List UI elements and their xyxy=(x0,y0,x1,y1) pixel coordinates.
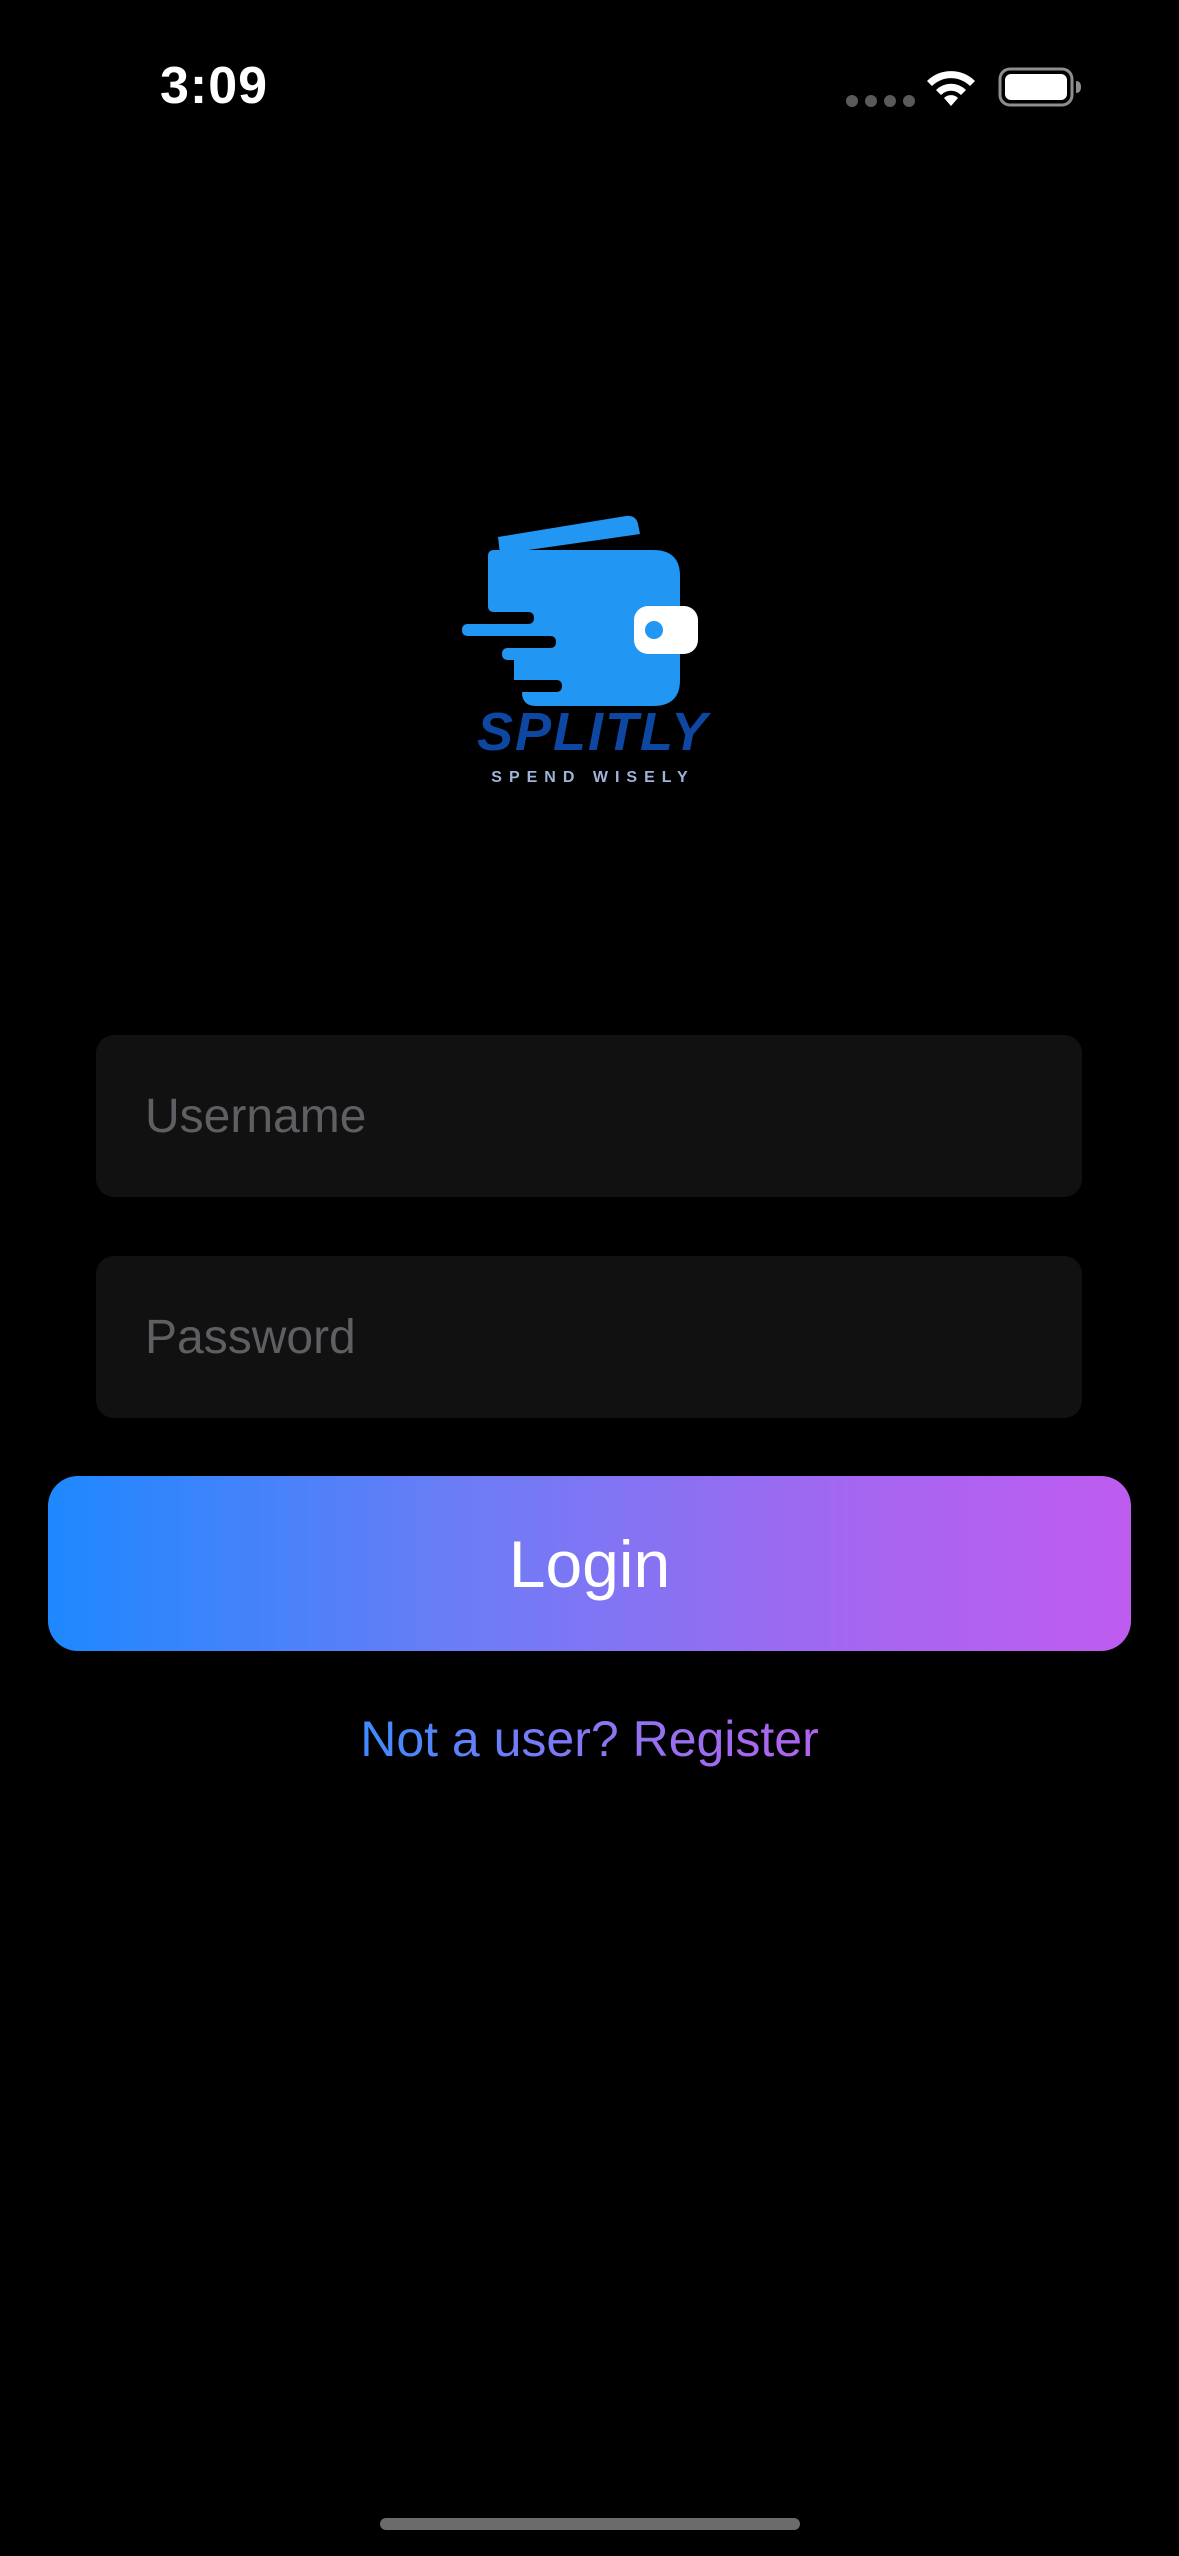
password-input[interactable] xyxy=(96,1256,1082,1418)
battery-icon xyxy=(998,67,1081,107)
logo-tagline: SPEND WISELY xyxy=(491,769,694,786)
username-input[interactable] xyxy=(96,1035,1082,1197)
splitly-logo: SPLITLY SPEND WISELY xyxy=(462,515,712,786)
password-field-container xyxy=(96,1256,1082,1418)
wifi-icon xyxy=(927,71,975,106)
register-link[interactable]: Not a user? Register xyxy=(0,1710,1179,1768)
login-button[interactable]: Login xyxy=(48,1476,1131,1651)
status-time: 3:09 xyxy=(160,57,269,115)
username-field-container xyxy=(96,1035,1082,1197)
logo-name: SPLITLY xyxy=(477,702,712,762)
signal-dots-icon xyxy=(846,95,915,107)
register-link-label: Not a user? Register xyxy=(360,1711,819,1767)
home-indicator[interactable] xyxy=(380,2518,800,2530)
